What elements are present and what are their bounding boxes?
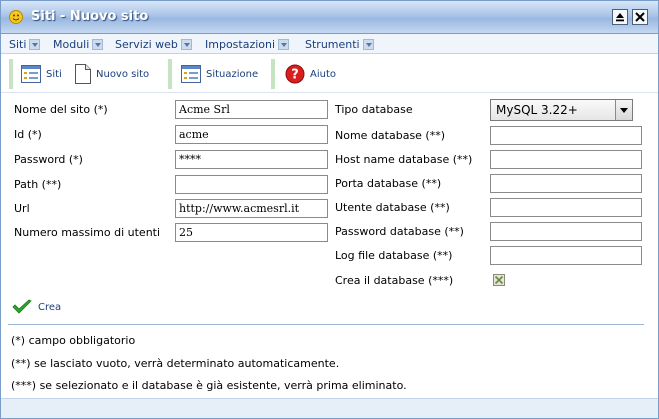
toolbar-separator: [9, 59, 13, 89]
porta-db-label: Porta database (**): [335, 177, 442, 190]
password-label: Password (*): [14, 153, 83, 166]
tipo-db-select[interactable]: MySQL 3.22+: [490, 99, 633, 121]
menu-strumenti-label: Strumenti: [305, 37, 360, 51]
log-db-input[interactable]: [490, 246, 642, 265]
tipo-db-value: MySQL 3.22+: [496, 103, 578, 117]
max-utenti-input[interactable]: 25: [175, 223, 328, 242]
menu-impostazioni-label: Impostazioni: [205, 37, 276, 51]
checkmark-icon: [494, 275, 504, 285]
window-title: Siti - Nuovo sito: [31, 9, 149, 24]
chevron-down-icon[interactable]: [180, 38, 192, 50]
list-window-icon: [181, 65, 201, 83]
svg-text:?: ?: [291, 68, 299, 83]
crea-db-label: Crea il database (***): [335, 274, 454, 287]
toolbar: Siti Nuovo sito Situazione ? Aiuto: [1, 55, 658, 93]
chevron-down-icon[interactable]: [615, 100, 632, 120]
new-document-icon: [75, 64, 91, 84]
status-bar: [1, 398, 658, 418]
app-icon: [9, 10, 23, 24]
tipo-db-label: Tipo database: [335, 103, 413, 116]
aiuto-button-label: Aiuto: [310, 68, 336, 80]
utente-db-label: Utente database (**): [335, 201, 450, 214]
max-utenti-label: Numero massimo di utenti: [14, 226, 161, 239]
help-icon: ?: [285, 64, 305, 84]
note-eliminato: (***) se selezionato e il database è già…: [11, 379, 407, 392]
password-input[interactable]: ****: [175, 150, 328, 169]
note-obbligatorio: (*) campo obbligatorio: [11, 334, 136, 347]
nome-sito-label: Nome del sito (*): [14, 103, 108, 116]
host-db-label: Host name database (**): [335, 153, 473, 166]
id-input[interactable]: acme: [175, 125, 328, 144]
path-input[interactable]: [175, 175, 328, 194]
nuovo-sito-button-label: Nuovo sito: [96, 68, 150, 80]
nome-sito-input[interactable]: Acme Srl: [175, 100, 328, 119]
chevron-down-icon[interactable]: [29, 38, 41, 50]
menu-siti[interactable]: Siti: [9, 37, 41, 51]
siti-button[interactable]: Siti: [21, 62, 62, 86]
nome-db-input[interactable]: [490, 126, 642, 145]
title-bar[interactable]: Siti - Nuovo sito: [1, 1, 658, 34]
chevron-down-icon[interactable]: [92, 38, 104, 50]
password-db-label: Password database (**): [335, 225, 464, 238]
toolbar-separator: [271, 59, 275, 89]
host-db-input[interactable]: [490, 150, 642, 169]
menu-bar: Siti Moduli Servizi web Impostazioni Str…: [1, 34, 658, 54]
situazione-button-label: Situazione: [206, 68, 259, 80]
chevron-down-icon[interactable]: [362, 38, 374, 50]
menu-moduli-label: Moduli: [53, 37, 90, 51]
menu-siti-label: Siti: [9, 37, 27, 51]
minimize-button[interactable]: [612, 9, 628, 25]
nome-db-label: Nome database (**): [335, 129, 446, 142]
site-form: Nome del sito (*) Acme Srl Id (*) acme P…: [1, 93, 658, 323]
url-input[interactable]: http://www.acmesrl.it: [175, 199, 328, 218]
log-db-label: Log file database (**): [335, 249, 453, 262]
nuovo-sito-button[interactable]: Nuovo sito: [75, 62, 149, 86]
chevron-down-icon[interactable]: [278, 38, 290, 50]
situazione-button[interactable]: Situazione: [181, 62, 258, 86]
close-button[interactable]: [632, 9, 648, 25]
close-icon: [635, 12, 645, 22]
menu-servizi-web-label: Servizi web: [115, 37, 178, 51]
menu-impostazioni[interactable]: Impostazioni: [205, 37, 290, 51]
id-label: Id (*): [14, 128, 42, 141]
divider: [8, 324, 644, 325]
utente-db-input[interactable]: [490, 198, 642, 217]
menu-moduli[interactable]: Moduli: [53, 37, 104, 51]
crea-db-checkbox[interactable]: [493, 274, 505, 286]
password-db-input[interactable]: [490, 222, 642, 241]
note-automatico: (**) se lasciato vuoto, verrà determinat…: [11, 357, 340, 370]
eject-icon: [616, 13, 624, 22]
list-window-icon: [21, 65, 41, 83]
siti-button-label: Siti: [46, 68, 62, 80]
checkmark-icon: [12, 299, 32, 314]
menu-servizi-web[interactable]: Servizi web: [115, 37, 192, 51]
path-label: Path (**): [14, 178, 62, 191]
toolbar-separator: [168, 59, 172, 89]
url-label: Url: [14, 202, 30, 215]
window: Siti - Nuovo sito Siti Moduli Servizi we…: [0, 0, 659, 419]
aiuto-button[interactable]: ? Aiuto: [285, 62, 336, 86]
crea-button-label: Crea: [38, 301, 62, 313]
menu-strumenti[interactable]: Strumenti: [305, 37, 374, 51]
porta-db-input[interactable]: [490, 174, 642, 193]
crea-button[interactable]: Crea: [12, 299, 61, 315]
